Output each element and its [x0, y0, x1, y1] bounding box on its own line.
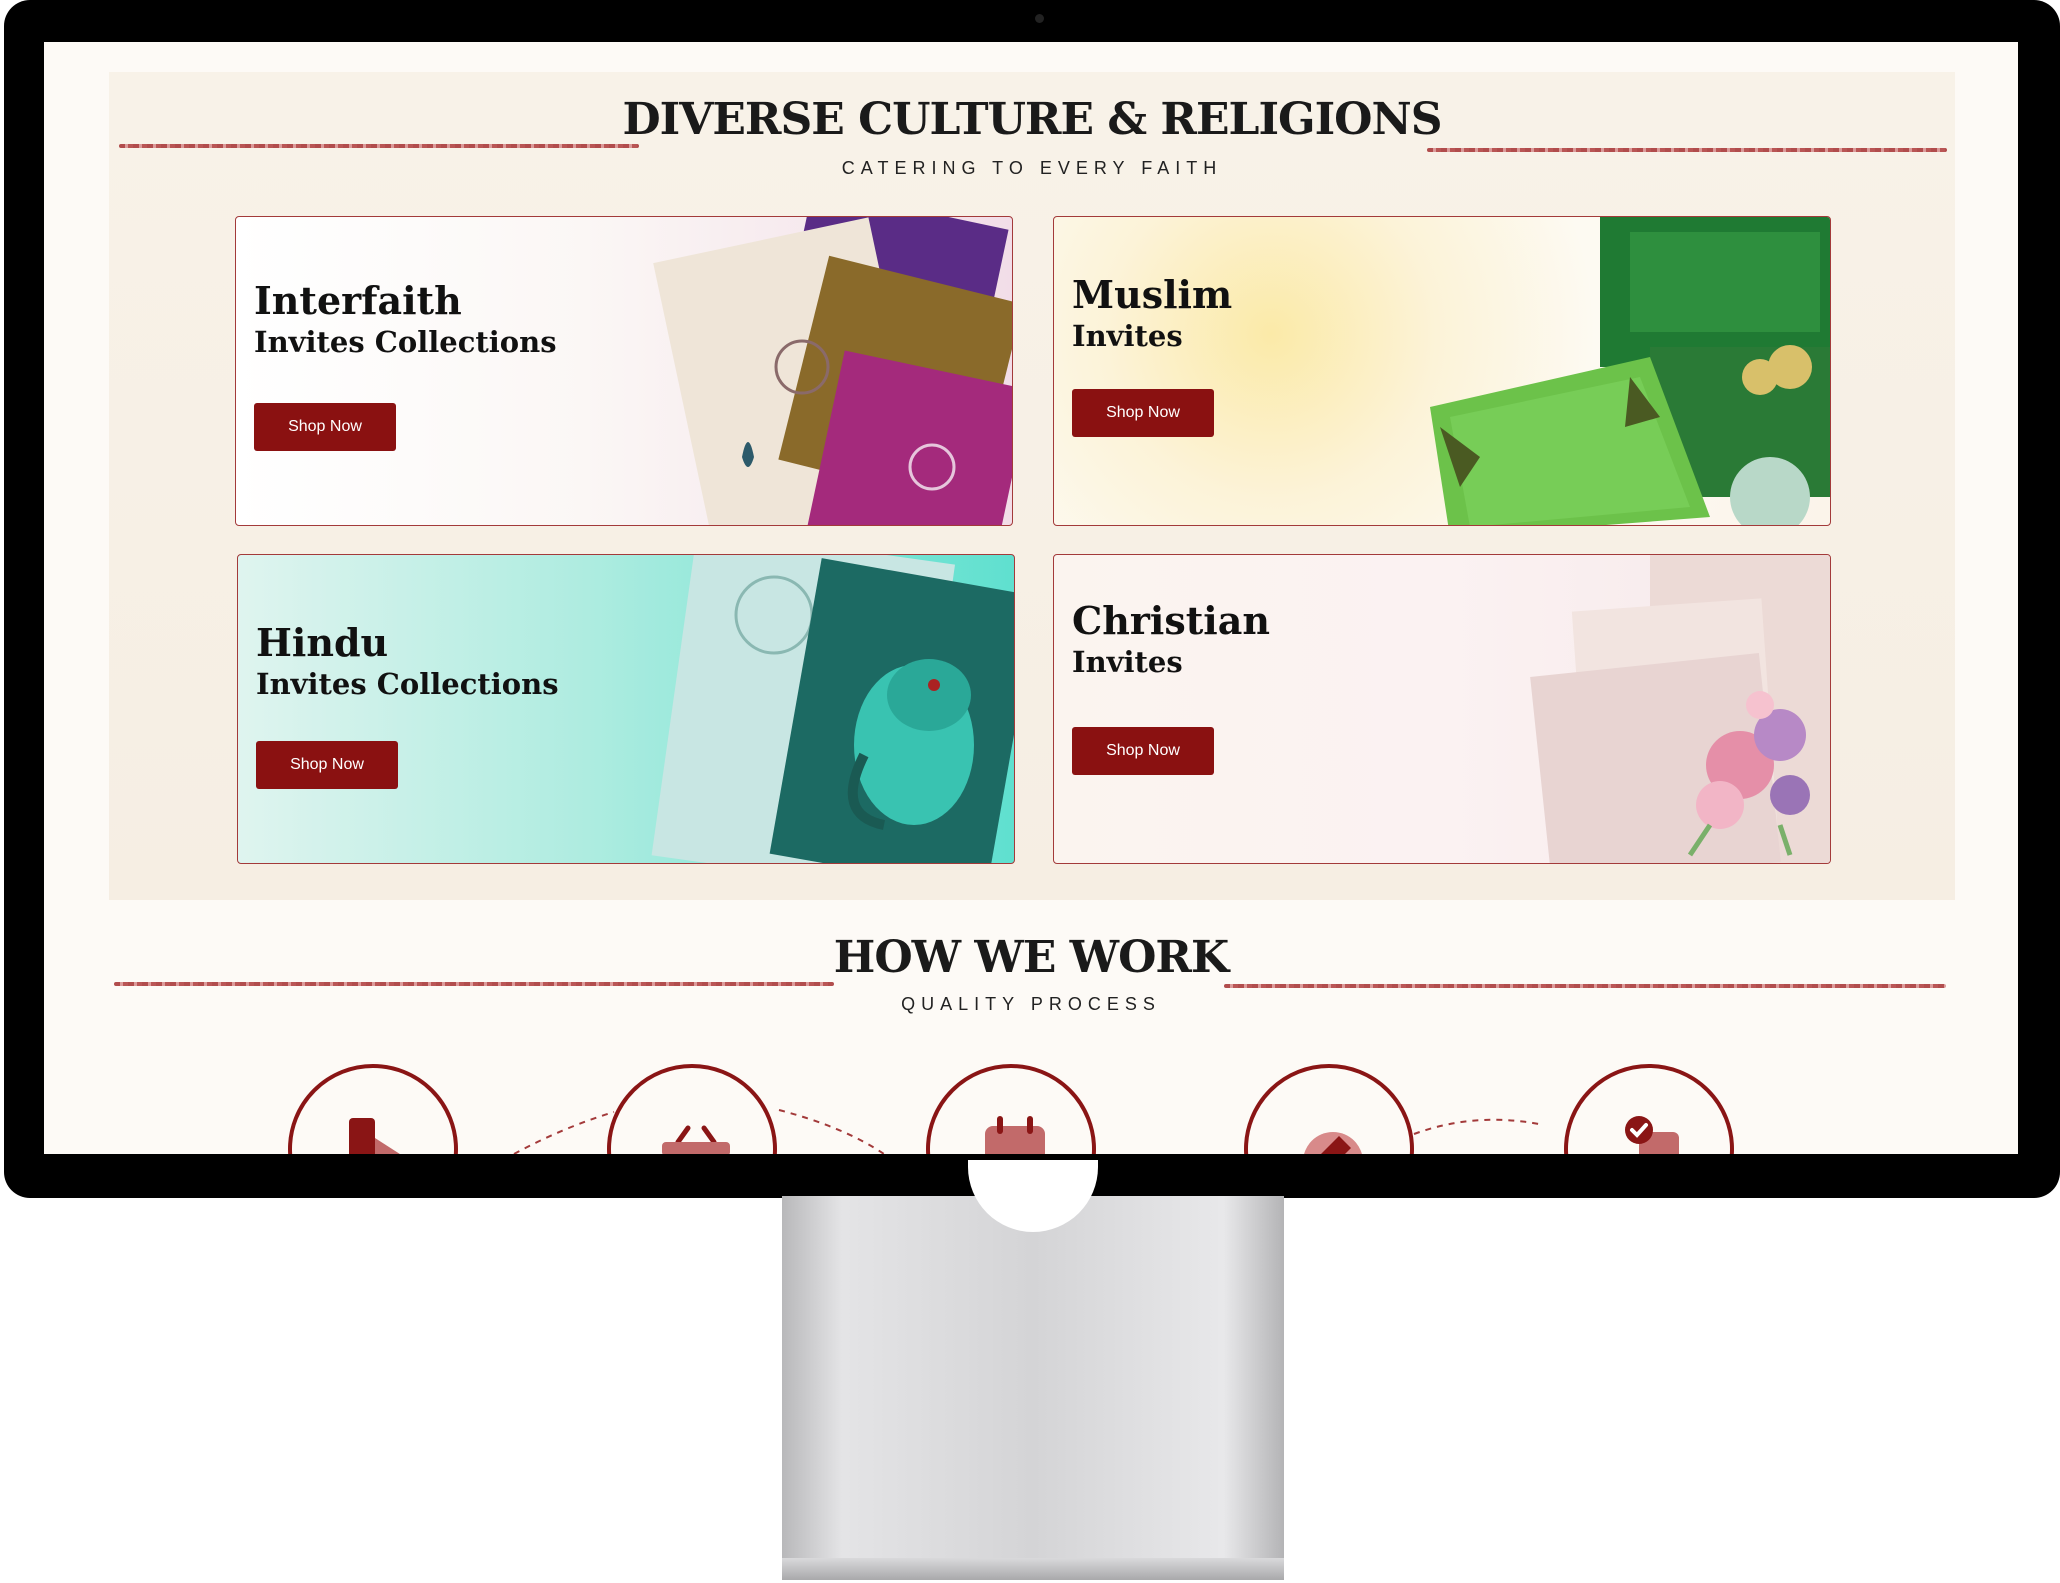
- camera-icon: [1035, 14, 1044, 23]
- website-screen: DIVERSE CULTURE & RELIGIONS CATERING TO …: [44, 42, 2018, 1154]
- approved-document-icon: [1625, 1116, 1679, 1154]
- process-connector-lines: [513, 1109, 1540, 1154]
- monitor-stand: [782, 1196, 1284, 1564]
- monitor-stand-base: [782, 1558, 1284, 1580]
- basket-icon: [662, 1125, 730, 1154]
- choose-design-icon: [349, 1118, 400, 1154]
- edit-tag-icon: [1304, 1132, 1362, 1154]
- calendar-icon: [985, 1116, 1045, 1154]
